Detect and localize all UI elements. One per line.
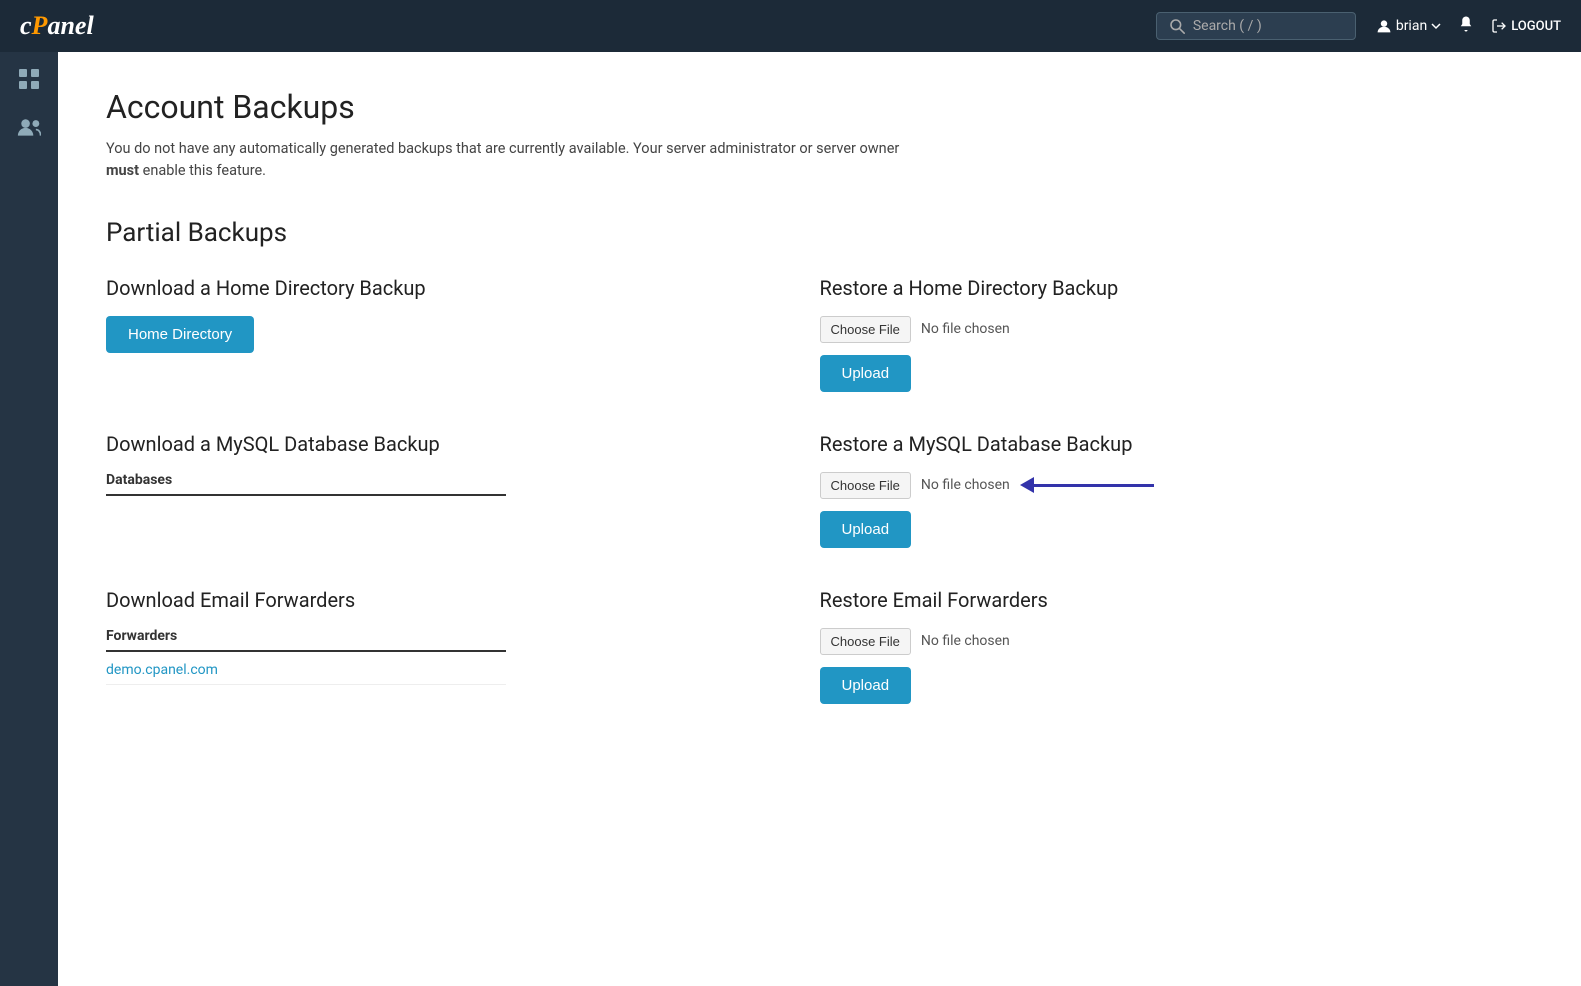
forwarder-link[interactable]: demo.cpanel.com [106, 656, 506, 685]
restore-home-choose-file[interactable]: Choose File [820, 316, 911, 343]
arrow-head [1020, 477, 1034, 493]
partial-grid: Download a Home Directory Backup Home Di… [106, 276, 1533, 744]
download-forwarders-title: Download Email Forwarders [106, 588, 780, 612]
restore-mysql-title: Restore a MySQL Database Backup [820, 432, 1534, 456]
sidebar-grid-icon[interactable] [18, 68, 40, 96]
home-directory-button[interactable]: Home Directory [106, 316, 254, 353]
databases-divider [106, 494, 506, 496]
download-home-title: Download a Home Directory Backup [106, 276, 780, 300]
restore-fwd-no-file: No file chosen [921, 633, 1010, 649]
download-forwarders-section: Download Email Forwarders Forwarders dem… [106, 588, 820, 744]
search-placeholder: Search ( / ) [1193, 18, 1262, 34]
logout-icon [1491, 18, 1507, 34]
partial-backups-title: Partial Backups [106, 218, 1533, 248]
restore-mysql-no-file: No file chosen [921, 477, 1010, 493]
restore-fwd-choose-file[interactable]: Choose File [820, 628, 911, 655]
restore-forwarders-title: Restore Email Forwarders [820, 588, 1534, 612]
user-menu[interactable]: brian [1376, 18, 1441, 34]
restore-home-file-row: Choose File No file chosen [820, 316, 1534, 343]
download-mysql-section: Download a MySQL Database Backup Databas… [106, 432, 820, 588]
main-content: Account Backups You do not have any auto… [58, 52, 1581, 986]
forwarders-label: Forwarders [106, 628, 780, 644]
restore-mysql-choose-file[interactable]: Choose File [820, 472, 911, 499]
search-bar[interactable]: Search ( / ) [1156, 12, 1356, 40]
account-notice: You do not have any automatically genera… [106, 138, 906, 182]
bell-icon[interactable] [1457, 15, 1475, 38]
download-mysql-title: Download a MySQL Database Backup [106, 432, 780, 456]
cpanel-logo: cPanel [20, 11, 94, 41]
databases-label: Databases [106, 472, 780, 488]
restore-mysql-file-row: Choose File No file chosen [820, 472, 1534, 499]
restore-fwd-file-row: Choose File No file chosen [820, 628, 1534, 655]
restore-forwarders-section: Restore Email Forwarders Choose File No … [820, 588, 1534, 744]
restore-fwd-upload-button[interactable]: Upload [820, 667, 912, 704]
restore-home-section: Restore a Home Directory Backup Choose F… [820, 276, 1534, 432]
restore-mysql-upload-button[interactable]: Upload [820, 511, 912, 548]
restore-home-title: Restore a Home Directory Backup [820, 276, 1534, 300]
forwarders-divider [106, 650, 506, 652]
header: cPanel Search ( / ) brian [0, 0, 1581, 52]
sidebar [0, 52, 58, 986]
arrow-line [1034, 484, 1154, 487]
restore-mysql-section: Restore a MySQL Database Backup Choose F… [820, 432, 1534, 588]
download-home-section: Download a Home Directory Backup Home Di… [106, 276, 820, 432]
restore-home-no-file: No file chosen [921, 321, 1010, 337]
search-icon [1169, 18, 1185, 34]
logout-label: LOGOUT [1511, 19, 1561, 34]
logout-button[interactable]: LOGOUT [1491, 18, 1561, 34]
page-title: Account Backups [106, 88, 1533, 126]
username: brian [1396, 18, 1427, 34]
restore-home-upload-button[interactable]: Upload [820, 355, 912, 392]
chevron-down-icon [1431, 21, 1441, 31]
sidebar-users-icon[interactable] [17, 116, 41, 144]
arrow-annotation [1020, 477, 1154, 493]
user-icon [1376, 18, 1392, 34]
header-right: brian LOGOUT [1376, 15, 1561, 38]
